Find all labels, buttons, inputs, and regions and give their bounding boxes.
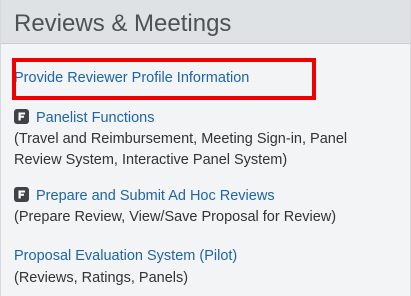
ad-hoc-reviews-description: (Prepare Review, View/Save Proposal for … <box>14 207 336 227</box>
panelist-functions-description-line-1: (Travel and Reimbursement, Meeting Sign-… <box>14 129 347 149</box>
proposal-evaluation-description-text: (Reviews, Ratings, Panels) <box>14 270 189 286</box>
f-icon <box>14 187 29 202</box>
panelist-functions-description-text-1: (Travel and Reimbursement, Meeting Sign-… <box>14 131 348 147</box>
reviews-meetings-panel: Reviews & Meetings Provide Reviewer Prof… <box>0 0 411 296</box>
panelist-functions-description-text-2: Review System, Interactive Panel System) <box>14 152 288 168</box>
red-highlight-box <box>12 58 316 100</box>
list-item-proposal-evaluation: Proposal Evaluation System (Pilot) <box>14 246 237 266</box>
f-icon <box>14 109 29 124</box>
list-item-ad-hoc-reviews: Prepare and Submit Ad Hoc Reviews <box>14 186 275 206</box>
ad-hoc-reviews-description-text: (Prepare Review, View/Save Proposal for … <box>14 209 337 225</box>
panelist-functions-description-line-2: Review System, Interactive Panel System) <box>14 150 287 170</box>
panelist-functions-link[interactable]: Panelist Functions <box>36 110 154 126</box>
proposal-evaluation-description: (Reviews, Ratings, Panels) <box>14 268 188 288</box>
panel-header: Reviews & Meetings <box>1 0 410 44</box>
proposal-evaluation-system-link[interactable]: Proposal Evaluation System (Pilot) <box>14 248 237 264</box>
panel-title: Reviews & Meetings <box>14 10 232 37</box>
prepare-submit-ad-hoc-reviews-link[interactable]: Prepare and Submit Ad Hoc Reviews <box>36 188 275 204</box>
list-item-panelist-functions: Panelist Functions <box>14 108 154 128</box>
